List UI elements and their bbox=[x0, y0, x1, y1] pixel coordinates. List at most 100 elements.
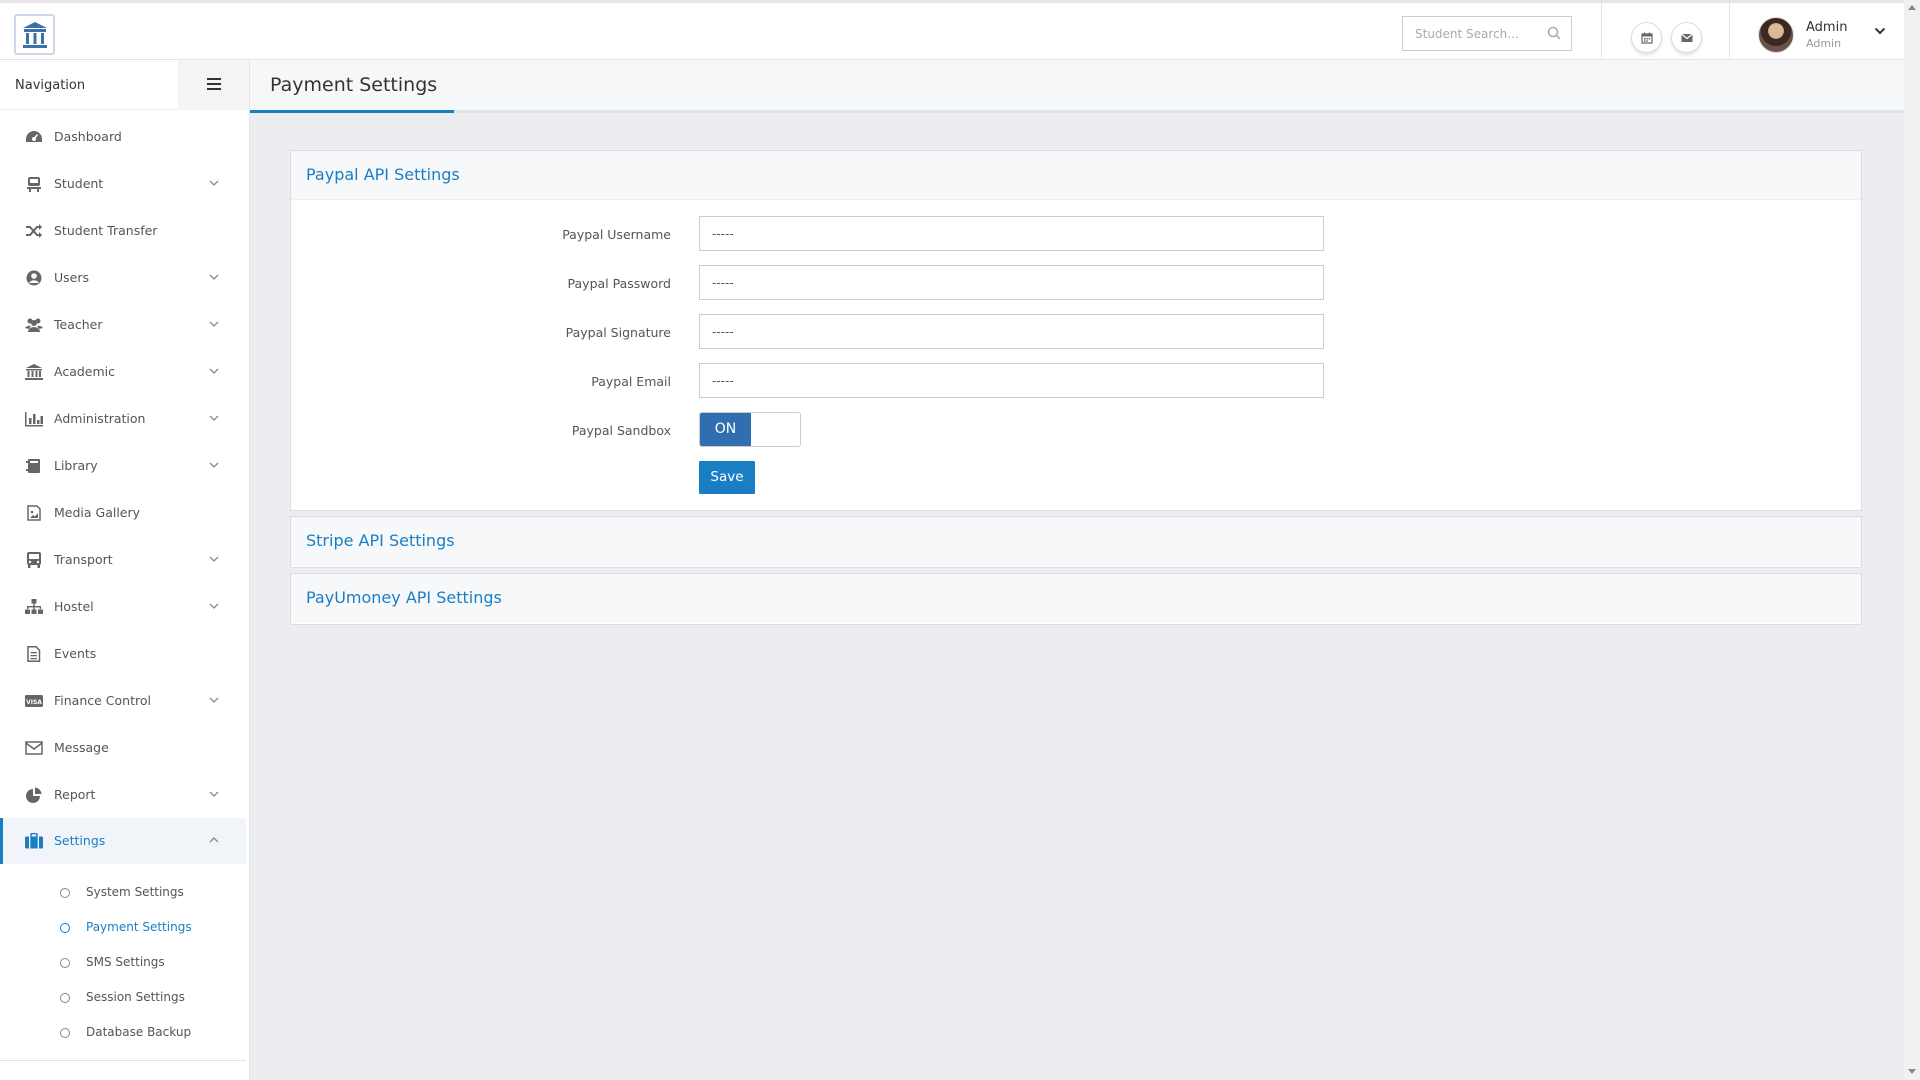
field-label: Paypal Sandbox bbox=[571, 423, 671, 438]
sidebar-item-hostel[interactable]: Hostel bbox=[0, 584, 246, 630]
sidebar-item-settings[interactable]: Settings bbox=[0, 818, 246, 864]
paypal-email-row: Paypal Email bbox=[291, 363, 1863, 399]
scroll-up-icon[interactable] bbox=[1908, 5, 1916, 10]
sidebar-item-label: Dashboard bbox=[54, 129, 122, 144]
sidebar-item-student[interactable]: Student bbox=[0, 161, 246, 207]
student-search-input[interactable] bbox=[1403, 17, 1543, 50]
sidebar-item-library[interactable]: Library bbox=[0, 443, 246, 489]
school-logo-icon[interactable] bbox=[14, 14, 55, 55]
sidebar-item-label: Teacher bbox=[54, 317, 103, 332]
paypal-panel-header[interactable]: Paypal API Settings bbox=[291, 151, 1861, 200]
sidebar-subitem-label: Payment Settings bbox=[86, 920, 192, 934]
chevron-down-icon bbox=[209, 274, 219, 280]
paypal-password-input[interactable] bbox=[699, 265, 1324, 300]
paypal-username-row: Paypal Username bbox=[291, 216, 1863, 252]
chevron-down-icon bbox=[209, 321, 219, 327]
field-label: Paypal Username bbox=[562, 227, 671, 242]
sidebar-item-teacher[interactable]: Teacher bbox=[0, 302, 246, 348]
sidebar-item-media-gallery[interactable]: Media Gallery bbox=[0, 490, 246, 536]
payumoney-settings-panel: PayUmoney API Settings bbox=[290, 573, 1862, 625]
sidebar-item-users[interactable]: Users bbox=[0, 255, 246, 301]
sidebar-subitem-label: Session Settings bbox=[86, 990, 185, 1004]
page-title-underline bbox=[250, 110, 454, 113]
sidebar-item-label: Message bbox=[54, 740, 109, 755]
field-label: Paypal Signature bbox=[565, 325, 671, 340]
pie-chart-icon bbox=[26, 787, 42, 803]
sidebar-subitem-database-backup[interactable]: Database Backup bbox=[0, 1015, 246, 1049]
chevron-down-icon bbox=[209, 368, 219, 374]
sidebar-subitem-label: System Settings bbox=[86, 885, 184, 899]
paypal-signature-input[interactable] bbox=[699, 314, 1324, 349]
student-icon bbox=[27, 177, 41, 192]
sidebar-item-message[interactable]: Message bbox=[0, 725, 246, 771]
sidebar-subitem-label: Database Backup bbox=[86, 1025, 192, 1039]
sidebar-item-administration[interactable]: Administration bbox=[0, 396, 246, 442]
field-label: Paypal Email bbox=[591, 374, 671, 389]
sidebar-subitem-label: SMS Settings bbox=[86, 955, 165, 969]
panel-title[interactable]: Paypal API Settings bbox=[306, 165, 460, 184]
user-name[interactable]: Admin bbox=[1806, 20, 1847, 35]
circle-icon bbox=[60, 958, 70, 968]
stripe-settings-panel: Stripe API Settings bbox=[290, 516, 1862, 568]
sidebar-item-report[interactable]: Report bbox=[0, 772, 246, 818]
envelope-icon bbox=[25, 741, 43, 755]
sidebar-item-events[interactable]: Events bbox=[0, 631, 246, 677]
sidebar-item-label: Administration bbox=[54, 411, 146, 426]
svg-text:VISA: VISA bbox=[26, 699, 42, 706]
menu-toggle-button[interactable] bbox=[178, 60, 249, 110]
scroll-down-icon[interactable] bbox=[1908, 1069, 1916, 1074]
sidebar-item-dashboard[interactable]: Dashboard bbox=[0, 114, 246, 160]
sidebar-item-label: Users bbox=[54, 270, 90, 285]
payumoney-panel-header[interactable]: PayUmoney API Settings bbox=[291, 574, 1861, 623]
paypal-signature-row: Paypal Signature bbox=[291, 314, 1863, 350]
envelope-icon bbox=[1681, 33, 1693, 42]
sidebar-item-student-transfer[interactable]: Student Transfer bbox=[0, 208, 246, 254]
chevron-up-icon bbox=[209, 837, 219, 843]
user-circle-icon bbox=[26, 270, 42, 286]
chevron-down-icon bbox=[209, 462, 219, 468]
header-divider bbox=[1601, 3, 1602, 61]
sidebar-item-academic[interactable]: Academic bbox=[0, 349, 246, 395]
paypal-username-input[interactable] bbox=[699, 216, 1324, 251]
chevron-down-icon bbox=[209, 180, 219, 186]
save-button[interactable]: Save bbox=[699, 461, 755, 494]
hamburger-icon bbox=[207, 78, 221, 90]
sidebar-subitem-system-settings[interactable]: System Settings bbox=[0, 875, 246, 909]
circle-icon bbox=[60, 993, 70, 1003]
panel-title[interactable]: Stripe API Settings bbox=[306, 531, 455, 550]
circle-icon bbox=[60, 923, 70, 933]
user-avatar[interactable] bbox=[1758, 17, 1794, 53]
circle-icon bbox=[60, 888, 70, 898]
book-icon bbox=[26, 459, 40, 473]
stripe-panel-header[interactable]: Stripe API Settings bbox=[291, 517, 1861, 566]
search-icon[interactable] bbox=[1547, 26, 1561, 40]
chevron-down-icon bbox=[209, 791, 219, 797]
sidebar-item-transport[interactable]: Transport bbox=[0, 537, 246, 583]
page-scrollbar[interactable] bbox=[1904, 0, 1920, 1080]
paypal-sandbox-toggle[interactable]: ON bbox=[699, 412, 801, 447]
sidebar-subitem-payment-settings[interactable]: Payment Settings bbox=[0, 910, 246, 944]
messages-button[interactable] bbox=[1671, 22, 1702, 53]
user-role: Admin bbox=[1806, 37, 1842, 50]
paypal-password-row: Paypal Password bbox=[291, 265, 1863, 301]
toggle-on-label: ON bbox=[700, 413, 751, 446]
calendar-button[interactable] bbox=[1631, 22, 1662, 53]
document-icon bbox=[27, 646, 41, 662]
paypal-sandbox-row: Paypal Sandbox ON bbox=[291, 412, 1863, 448]
chevron-down-icon[interactable] bbox=[1874, 27, 1886, 35]
sidebar-subitem-sms-settings[interactable]: SMS Settings bbox=[0, 945, 246, 979]
page-title: Payment Settings bbox=[270, 74, 438, 96]
panel-title[interactable]: PayUmoney API Settings bbox=[306, 588, 502, 607]
sitemap-icon bbox=[25, 599, 43, 614]
bar-chart-icon bbox=[25, 412, 43, 427]
circle-icon bbox=[60, 1028, 70, 1038]
paypal-email-input[interactable] bbox=[699, 363, 1324, 398]
sidebar-item-finance-control[interactable]: VISA Finance Control bbox=[0, 678, 246, 724]
briefcase-icon bbox=[25, 833, 43, 849]
sidebar-item-label: Library bbox=[54, 458, 98, 473]
sidebar-item-label: Settings bbox=[54, 833, 106, 848]
header-divider bbox=[1729, 3, 1730, 61]
visa-card-icon: VISA bbox=[25, 695, 43, 707]
sidebar-subitem-session-settings[interactable]: Session Settings bbox=[0, 980, 246, 1014]
field-label: Paypal Password bbox=[567, 276, 671, 291]
